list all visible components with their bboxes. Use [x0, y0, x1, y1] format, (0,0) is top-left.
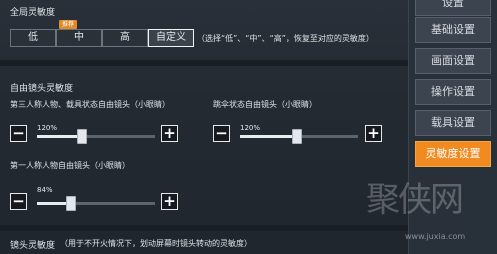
tpp-slider-fill	[37, 135, 82, 138]
sidebar-item-basic[interactable]: 基础设置	[415, 17, 491, 43]
lens-sensitivity-hint: （用于不开火情况下，划动屏幕时镜头转动的灵敏度）	[60, 239, 252, 248]
fpp-slider-thumb[interactable]	[66, 196, 77, 211]
tpp-value: 120%	[37, 124, 58, 132]
preset-hint: （选择“低”、“中”、“高”，恢复至对应的灵敏度）	[197, 34, 374, 43]
free-camera-title: 自由镜头灵敏度	[10, 84, 74, 94]
tpp-increase-button[interactable]: +	[161, 125, 178, 142]
sidebar-item-controls[interactable]: 操作设置	[415, 79, 491, 105]
preset-high-button[interactable]: 高	[102, 29, 148, 47]
tpp-slider-track[interactable]	[37, 129, 155, 144]
fpp-increase-button[interactable]: +	[161, 193, 178, 210]
settings-panel: 全局灵敏度 低 中 推荐 高 自定义 （选择“低”、“中”、“高”，恢复至对应的…	[0, 0, 408, 254]
preset-low-button[interactable]: 低	[10, 29, 56, 47]
fpp-free-camera-label: 第一人称人物自由镜头（小眼睛）	[10, 161, 130, 170]
sidebar-item-vehicle[interactable]: 载具设置	[415, 110, 491, 136]
parachute-free-camera-label: 跳伞状态自由镜头（小眼睛）	[213, 100, 317, 109]
sidebar-item-graphics[interactable]: 画面设置	[415, 48, 491, 74]
sidebar-item-sensitivity[interactable]: 灵敏度设置	[415, 141, 491, 167]
section-divider	[0, 60, 408, 66]
section-divider	[0, 225, 408, 231]
tpp-slider-thumb[interactable]	[76, 129, 87, 144]
fpp-slider-track[interactable]	[37, 196, 155, 211]
fpp-value: 84%	[37, 186, 53, 194]
site-watermark-url: www.juxia.com	[405, 232, 466, 241]
sidebar-item-settings[interactable]: 设置	[415, 0, 491, 16]
preset-custom-button[interactable]: 自定义	[148, 29, 194, 47]
parachute-value: 120%	[240, 124, 261, 132]
parachute-decrease-button[interactable]: −	[213, 125, 230, 142]
parachute-slider-thumb[interactable]	[291, 129, 302, 144]
site-watermark: 聚侠网	[366, 180, 464, 220]
preset-medium-button[interactable]: 中	[56, 29, 102, 47]
recommend-badge: 推荐	[59, 20, 78, 29]
tpp-free-camera-label: 第三人称人物、载具状态自由镜头（小眼睛）	[10, 100, 170, 109]
parachute-increase-button[interactable]: +	[365, 125, 382, 142]
parachute-slider-fill	[240, 135, 297, 138]
parachute-slider-track[interactable]	[240, 129, 358, 144]
fpp-decrease-button[interactable]: −	[10, 193, 27, 210]
lens-sensitivity-title: 镜头灵敏度	[10, 241, 56, 251]
tpp-decrease-button[interactable]: −	[10, 125, 27, 142]
global-sensitivity-title: 全局灵敏度	[10, 8, 56, 18]
